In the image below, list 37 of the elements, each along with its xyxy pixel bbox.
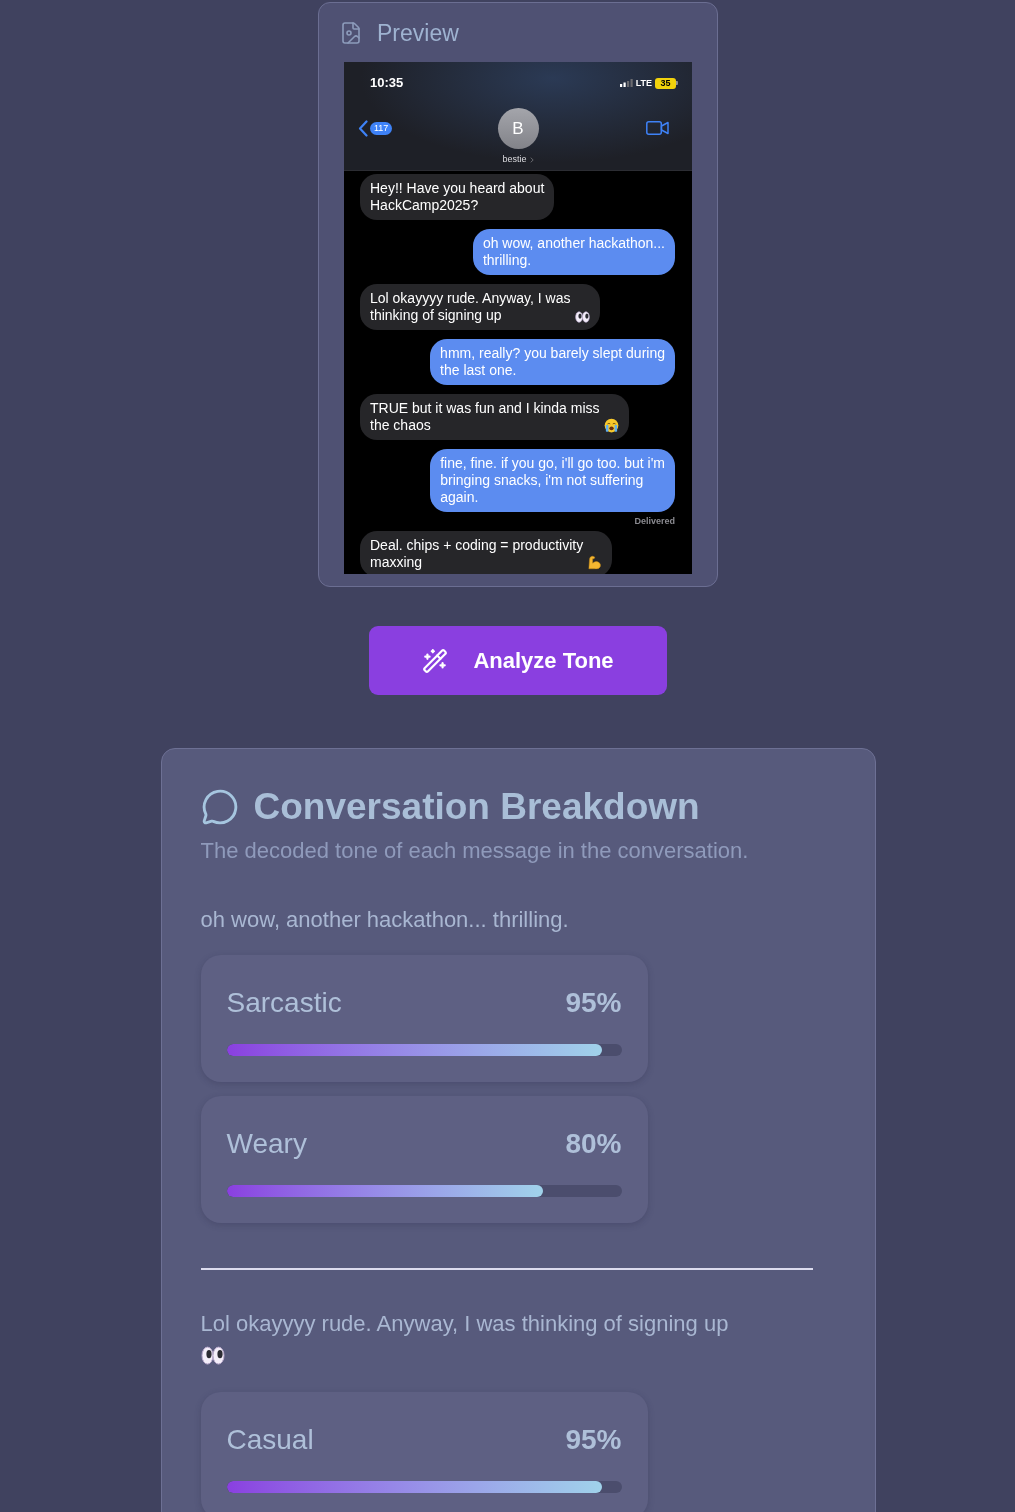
tone-percent: 80% [565, 1127, 622, 1161]
crying-face-icon [603, 418, 619, 433]
chevron-left-icon[interactable] [358, 119, 368, 137]
signal-icon [619, 79, 633, 87]
message-text: Hey!! Have you heard about HackCamp2025? [370, 180, 545, 214]
preview-title: Preview [377, 19, 459, 48]
video-camera-icon[interactable] [646, 121, 669, 135]
tone-percent: 95% [565, 986, 622, 1020]
magic-wand-icon [422, 647, 449, 674]
message-text: fine, fine. if you go, i'll go too. but i'm bringing snacks, i'm not suffering again. [440, 455, 665, 506]
delivery-status: Delivered [634, 516, 675, 526]
message-text: Lol okayyyy rude. Anyway, I was thinking of signing up [370, 290, 571, 324]
breakdown-subtitle: The decoded tone of each message in the conversation. [200, 837, 750, 865]
contact-name: bestie [502, 154, 527, 165]
chevron-right-icon [529, 156, 534, 163]
breakdown-title: Conversation Breakdown [253, 785, 700, 829]
contact-avatar: B [497, 108, 539, 149]
tone-label: Casual [226, 1423, 314, 1457]
network-type: LTE [635, 78, 652, 88]
image-file-icon [339, 21, 363, 45]
flexed-arm-icon [587, 555, 603, 570]
message-text: hmm, really? you barely slept during the last one. [440, 345, 665, 379]
tone-label: Sarcastic [226, 986, 342, 1020]
eyes-icon [574, 311, 590, 323]
tone-percent: 95% [565, 1423, 622, 1457]
message-text: oh wow, another hackathon... thrilling. [482, 235, 665, 269]
eyes-icon [200, 1346, 225, 1366]
analyzed-message: Lol okayyyy rude. Anyway, I was thinking of signing up [200, 1310, 730, 1338]
analyzed-message: oh wow, another hackathon... thrilling. [200, 906, 570, 934]
message-text: Deal. chips + coding = productivity maxxing [370, 537, 584, 571]
status-time: 10:35 [370, 74, 404, 93]
message-text: TRUE but it was fun and I kinda miss the chaos [370, 400, 600, 434]
analyze-tone-button[interactable]: Analyze Tone [369, 626, 667, 695]
tone-label: Weary [226, 1127, 307, 1161]
battery-indicator: 35 [655, 77, 678, 89]
chat-bubble-icon [200, 788, 239, 826]
unread-count-badge: 117 [370, 121, 393, 135]
